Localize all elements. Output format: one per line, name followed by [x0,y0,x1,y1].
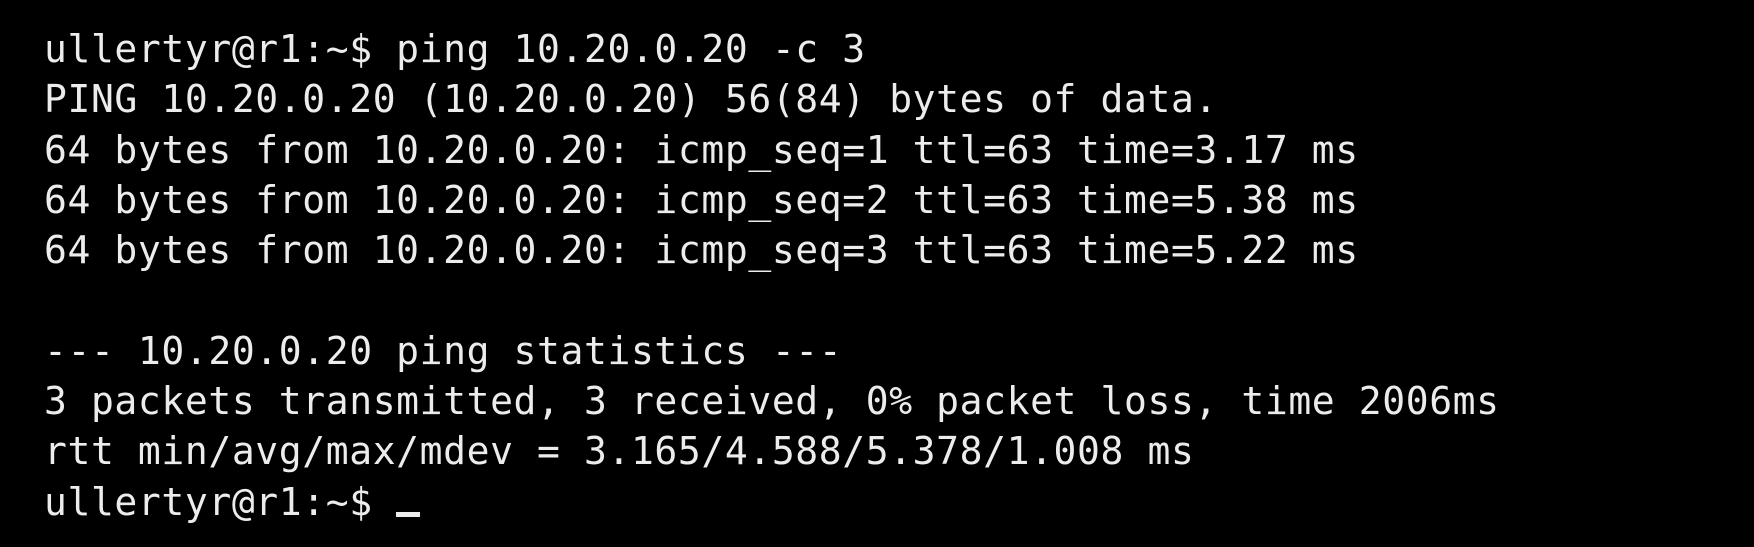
terminal-line-packet-summary: 3 packets transmitted, 3 received, 0% pa… [44,379,1500,424]
terminal-window[interactable]: ullertyr@r1:~$ ping 10.20.0.20 -c 3 PING… [0,0,1754,547]
terminal-cursor [396,511,421,517]
terminal-line-rtt-summary: rtt min/avg/max/mdev = 3.165/4.588/5.378… [44,429,1195,474]
terminal-line-command: ullertyr@r1:~$ ping 10.20.0.20 -c 3 [44,27,866,71]
terminal-line-ping-header: PING 10.20.0.20 (10.20.0.20) 56(84) byte… [44,77,1218,122]
terminal-line-statistics-header: --- 10.20.0.20 ping statistics --- [44,328,843,373]
terminal-prompt: ullertyr@r1:~$ [44,479,397,524]
terminal-line-reply-2: 64 bytes from 10.20.0.20: icmp_seq=2 ttl… [44,177,1359,222]
terminal-line-reply-1: 64 bytes from 10.20.0.20: icmp_seq=1 ttl… [44,127,1359,172]
terminal-prompt-line[interactable]: ullertyr@r1:~$ [44,477,1754,527]
terminal-line-reply-3: 64 bytes from 10.20.0.20: icmp_seq=3 ttl… [44,228,1359,273]
